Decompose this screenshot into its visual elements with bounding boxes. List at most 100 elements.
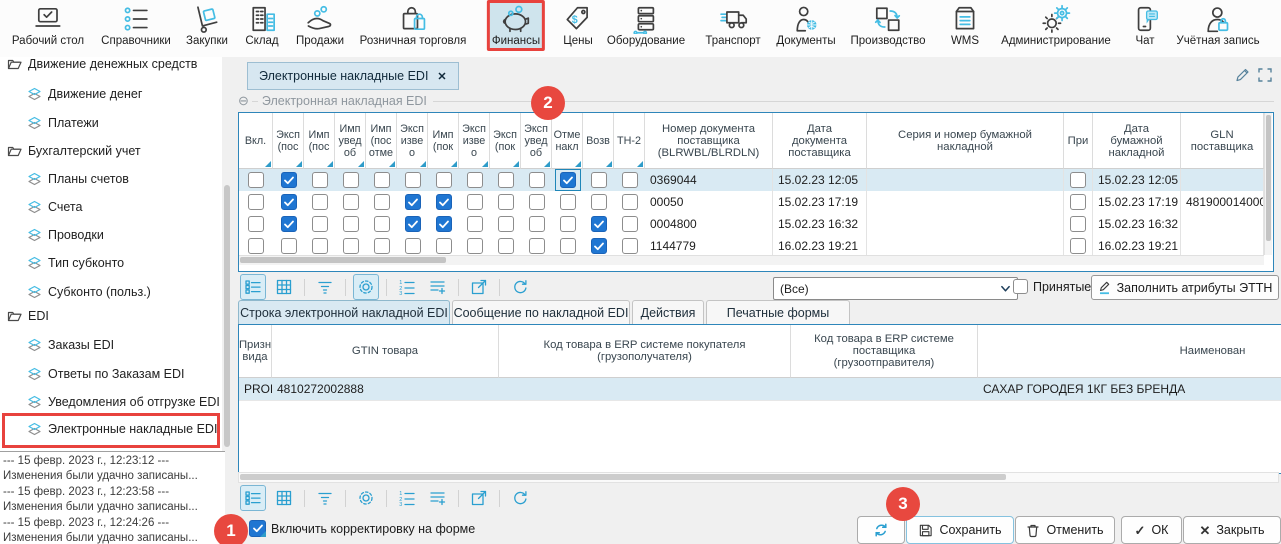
row-checkbox[interactable] [436,172,452,188]
sidebar-scrollbar-thumb[interactable] [224,185,230,447]
fill-ettn-attributes-button[interactable]: Заполнить атрибуты ЭТТН [1091,275,1279,300]
column-header[interactable]: Наименован [978,325,1281,378]
tab-detail-1[interactable]: Строка электронной накладной EDI [238,300,450,325]
nav-item-account[interactable]: Учётная запись [1172,2,1263,49]
row-checkbox[interactable] [622,238,638,254]
table-cell[interactable]: 4819000140007 [1181,191,1264,213]
table-cell[interactable] [1064,213,1093,235]
table-cell[interactable]: 15.02.23 12:05 [773,169,867,191]
column-header[interactable]: При [1064,113,1093,169]
row-checkbox[interactable] [248,238,264,254]
nav-item-prices[interactable]: $Цены [559,2,597,49]
table-cell[interactable]: 16.02.23 19:21 [1093,235,1181,257]
table-cell[interactable]: 0369044 [645,169,773,191]
row-checkbox[interactable] [312,216,328,232]
tab-close-icon[interactable]: ✕ [437,70,446,83]
nav-item-chat[interactable]: Чат [1126,2,1164,49]
table-row[interactable]: 000480015.02.23 16:3215.02.23 16:32 [239,213,1264,236]
row-checkbox[interactable] [374,216,390,232]
row-checkbox[interactable] [498,238,514,254]
row-checkbox[interactable] [436,194,452,210]
numbered-list-icon[interactable]: 123 [394,485,420,511]
table-cell[interactable]: 4810272002888 [272,378,499,400]
close-button[interactable]: ✕Закрыть [1183,516,1281,544]
list-view-icon[interactable] [240,274,266,300]
row-checkbox[interactable] [591,216,607,232]
row-checkbox[interactable] [467,194,483,210]
row-checkbox[interactable] [498,172,514,188]
sidebar-item[interactable]: Заказы EDI [26,331,114,359]
row-checkbox[interactable] [498,216,514,232]
row-checkbox[interactable] [560,238,576,254]
column-header[interactable]: Дата документа поставщика [773,113,867,169]
gear-icon[interactable] [353,274,379,300]
row-checkbox[interactable] [467,238,483,254]
row-checkbox[interactable] [312,238,328,254]
row-checkbox[interactable] [281,216,297,232]
filter-icon[interactable] [312,274,338,300]
row-checkbox[interactable] [467,172,483,188]
table-cell[interactable]: 15.02.23 17:19 [1093,191,1181,213]
sidebar-scrollbar[interactable] [223,57,231,451]
sidebar-item[interactable]: Платежи [26,109,99,137]
ok-button[interactable]: ✓ОК [1121,516,1182,544]
row-checkbox[interactable] [622,172,638,188]
sidebar-item[interactable]: Ответы по Заказам EDI [26,360,185,388]
hscrollbar-thumb[interactable] [240,474,1006,480]
cancel-button[interactable]: Отменить [1015,516,1115,544]
row-checkbox[interactable] [405,238,421,254]
row-checkbox[interactable] [248,172,264,188]
row-checkbox[interactable] [248,216,264,232]
row-checkbox[interactable] [1070,216,1086,232]
column-header[interactable]: Эксп изве о [459,113,490,169]
table-cell[interactable] [867,191,1064,213]
row-checkbox[interactable] [1070,194,1086,210]
reload-icon[interactable] [507,485,533,511]
column-header[interactable]: Код товара в ERP системе покупателя (гру… [499,325,791,378]
sidebar-item[interactable]: Тип субконто [26,249,124,277]
gear-icon[interactable] [353,485,379,511]
collapse-icon[interactable]: ⊖ [238,93,249,109]
nav-item-administration[interactable]: Администрирование [997,2,1115,49]
column-header[interactable]: GLN поставщика [1181,113,1264,169]
row-checkbox[interactable] [529,216,545,232]
sidebar-item[interactable]: Бухгалтерский учет [6,137,141,165]
row-checkbox[interactable] [1070,238,1086,254]
column-header[interactable]: Эксп (пос [273,113,304,169]
row-checkbox[interactable] [343,238,359,254]
table-row[interactable]: PROD4810272002888САХАР ГОРОДЕЯ 1КГ БЕЗ Б… [239,378,1281,401]
column-header[interactable]: Вкл. [239,113,273,169]
table-hscrollbar[interactable] [239,255,1264,265]
nav-item-retail[interactable]: Розничная торговля [356,2,471,49]
invoice-lines-hscrollbar[interactable] [238,472,1279,483]
row-checkbox[interactable] [560,194,576,210]
column-header[interactable]: Призн вида [239,325,272,378]
table-cell[interactable]: PROD [239,378,272,400]
row-checkbox[interactable] [281,172,297,188]
expand-icon[interactable] [1257,67,1273,83]
add-row-icon[interactable] [425,485,451,511]
column-header[interactable]: Эксп (пок [490,113,521,169]
column-header[interactable]: Отме накл [552,113,583,169]
nav-item-desktop[interactable]: Рабочий стол [8,2,88,49]
row-checkbox[interactable] [281,238,297,254]
row-checkbox[interactable] [498,194,514,210]
row-checkbox[interactable] [529,172,545,188]
sidebar-item[interactable]: Движение денег [26,80,142,108]
accepted-checkbox[interactable] [1013,279,1028,294]
nav-item-warehouse[interactable]: Склад [241,2,282,49]
table-cell[interactable]: 16.02.23 19:21 [773,235,867,257]
nav-item-production[interactable]: Производство [847,2,930,49]
row-checkbox[interactable] [405,172,421,188]
table-cell[interactable]: 0004800 [645,213,773,235]
table-cell[interactable] [1181,169,1264,191]
row-checkbox[interactable] [436,216,452,232]
filter-dropdown[interactable]: (Все) [773,277,1018,300]
nav-item-transport[interactable]: Транспорт [701,2,764,49]
tab-detail-3[interactable]: Действия [632,300,704,325]
row-checkbox[interactable] [312,194,328,210]
tab-electronic-invoices[interactable]: Электронные накладные EDI ✕ [247,62,459,90]
sidebar-item[interactable]: Счета [26,193,82,221]
row-checkbox[interactable] [343,194,359,210]
table-cell[interactable] [867,169,1064,191]
